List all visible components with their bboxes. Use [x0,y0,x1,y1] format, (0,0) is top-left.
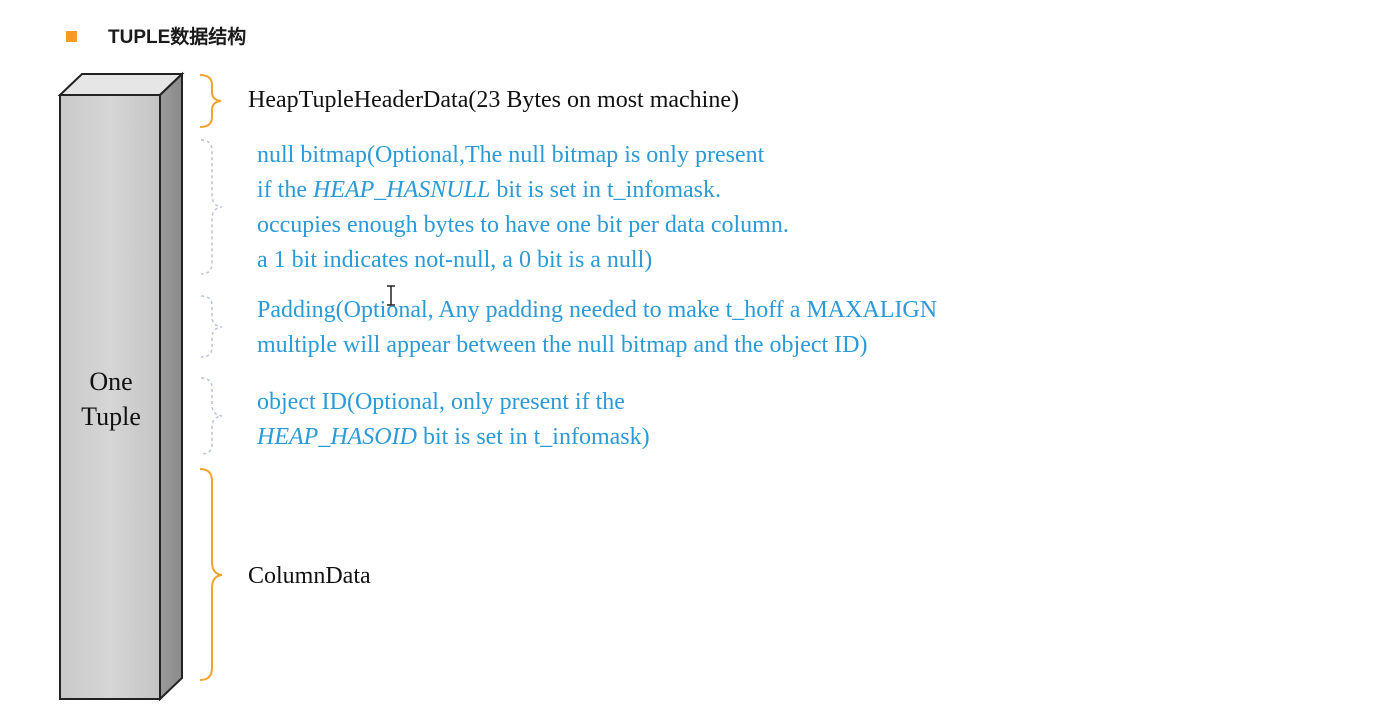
slide: TUPLE数据结构 One Tuple HeapTupleHeaderData(… [0,0,1392,719]
padding-line2: multiple will appear between the null bi… [257,332,868,358]
column-data-section: ColumnData [248,559,371,594]
null-bitmap-line2-pre: if the [257,177,313,203]
tuple-column-side [159,71,183,702]
tuple-label-line1: One [89,367,133,396]
tuple-label-line2: Tuple [81,402,141,431]
null-bitmap-line2: if the HEAP_HASNULL bit is set in t_info… [257,173,789,208]
null-bitmap-line2-post: bit is set in t_infomask. [490,177,721,203]
tuple-label: One Tuple [60,364,162,434]
null-bitmap-section: null bitmap(Optional,The null bitmap is … [257,138,789,278]
null-bitmap-line4: a 1 bit indicates not-null, a 0 bit is a… [257,247,653,273]
object-id-section: object ID(Optional, only present if the … [257,385,650,455]
null-bitmap-line3: occupies enough bytes to have one bit pe… [257,212,789,238]
header-text: HeapTupleHeaderData(23 Bytes on most mac… [248,87,739,113]
column-data-brace [199,468,223,681]
padding-brace [200,295,223,358]
column-data-text: ColumnData [248,563,371,589]
object-id-brace [200,377,223,455]
header-section: HeapTupleHeaderData(23 Bytes on most mac… [248,83,739,118]
object-id-line1: object ID(Optional, only present if the [257,389,625,415]
null-bitmap-brace [200,139,223,275]
null-bitmap-line1: null bitmap(Optional,The null bitmap is … [257,142,765,168]
header-brace [199,74,222,128]
heap-hasnull-flag: HEAP_HASNULL [312,177,491,203]
object-id-line2: HEAP_HASOID bit is set in t_infomask) [257,420,650,455]
heap-hasoid-flag: HEAP_HASOID [257,424,417,450]
object-id-line2-post: bit is set in t_infomask) [416,424,650,450]
padding-line1: Padding(Optional, Any padding needed to … [257,297,938,323]
padding-section: Padding(Optional, Any padding needed to … [257,293,937,363]
